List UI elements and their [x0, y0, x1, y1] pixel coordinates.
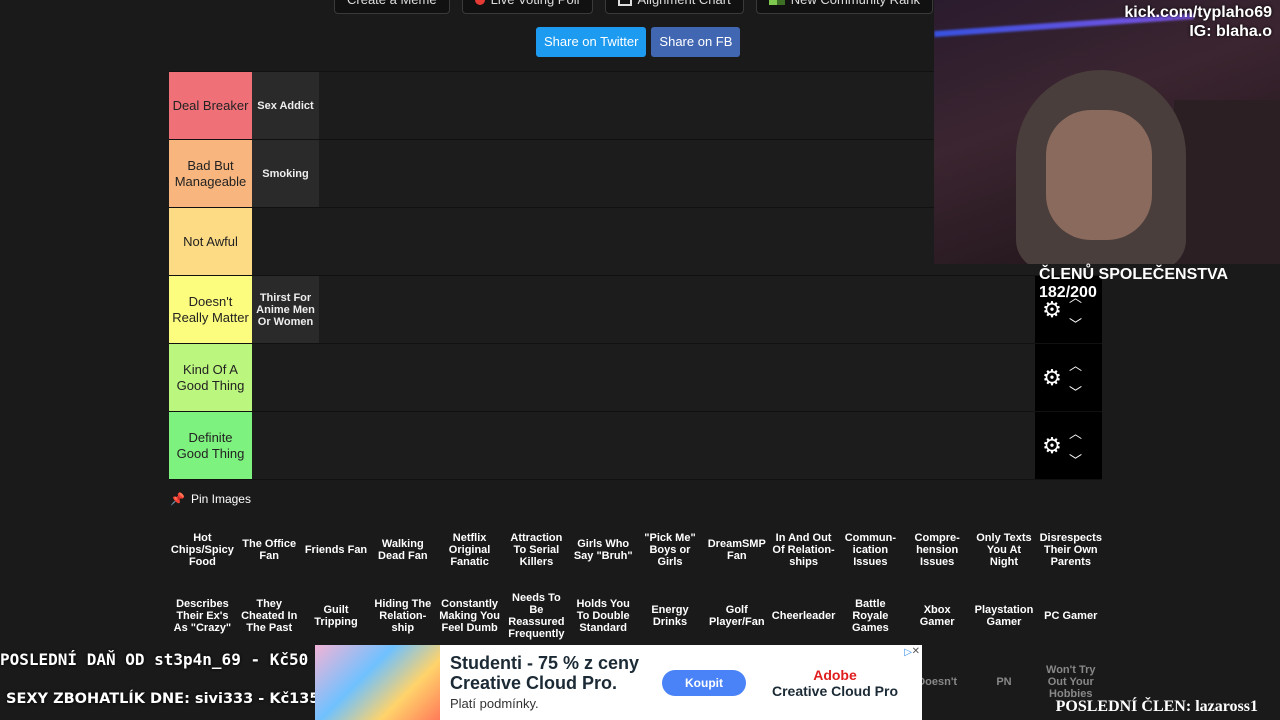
pool-item[interactable]: DreamSMP Fan: [703, 517, 770, 583]
tier-item[interactable]: Smoking: [252, 140, 319, 207]
last-tax-banner: POSLEDNÍ DAŇ OD st3p4n_69 - Kč50: [0, 650, 309, 669]
kick-handle: kick.com/typlaho69: [1124, 4, 1272, 21]
pool-item[interactable]: The Office Fan: [236, 517, 303, 583]
pool-item[interactable]: Constantly Making You Feel Dumb: [436, 583, 503, 649]
pool-item[interactable]: Golf Player/Fan: [703, 583, 770, 649]
create-meme-button[interactable]: Create a Meme: [334, 0, 450, 14]
pool-item[interactable]: Energy Drinks: [637, 583, 704, 649]
tier-items[interactable]: [252, 412, 1102, 479]
tier-label[interactable]: Not Awful: [169, 208, 252, 275]
tier-row: Doesn't Really Matter Thirst For Anime M…: [169, 276, 1102, 344]
tier-label[interactable]: Kind Of A Good Thing: [169, 344, 252, 411]
pool-item[interactable]: Compre-hension Issues: [904, 517, 971, 583]
pool-item[interactable]: Only Texts You At Night: [971, 517, 1038, 583]
chevron-up-icon[interactable]: ︿: [1069, 355, 1082, 374]
pool-item[interactable]: Commun-ication Issues: [837, 517, 904, 583]
pool-item[interactable]: Xbox Gamer: [904, 583, 971, 649]
pool-item[interactable]: They Cheated In The Past: [236, 583, 303, 649]
ad-subtitle: Platí podmínky.: [450, 696, 539, 711]
top-donor-banner: SEXY ZBOHATLÍK DNE: sivi333 - Kč1350: [6, 691, 330, 707]
gear-icon[interactable]: ⚙: [1035, 365, 1069, 391]
pin-images-toggle[interactable]: 📌 Pin Images: [170, 492, 251, 506]
ad-brand-adobe: Adobe: [813, 667, 857, 683]
top-toolbar: Create a Meme Live Voting Poll Alignment…: [334, 0, 934, 14]
close-icon[interactable]: ✕: [912, 646, 920, 657]
chevron-down-icon[interactable]: ﹀: [1069, 314, 1082, 333]
tier-items[interactable]: Thirst For Anime Men Or Women: [252, 276, 1102, 343]
tier-row: Definite Good Thing ⚙ ︿ ﹀: [169, 412, 1102, 480]
tier-items[interactable]: [252, 344, 1102, 411]
ad-title: Studenti - 75 % z ceny Creative Cloud Pr…: [450, 653, 639, 693]
community-rank-button[interactable]: New Community Rank: [755, 0, 934, 14]
ad-brand-product: Creative Cloud Pro: [771, 683, 899, 699]
share-fb-button[interactable]: Share on FB: [651, 27, 741, 57]
grid-icon: [617, 0, 632, 6]
chevron-down-icon[interactable]: ﹀: [1069, 450, 1082, 469]
live-voting-label: Live Voting Poll: [491, 0, 580, 13]
ad-buy-button[interactable]: Koupit: [662, 670, 746, 696]
pool-item[interactable]: Cheerleader: [770, 583, 837, 649]
pool-item[interactable]: Netflix Original Fanatic: [436, 517, 503, 583]
pool-item[interactable]: Walking Dead Fan: [369, 517, 436, 583]
background-shelf: [1174, 100, 1280, 264]
tier-label[interactable]: Deal Breaker: [169, 72, 252, 139]
ig-handle: IG: blaha.o: [1189, 23, 1272, 40]
rank-icon: [768, 0, 785, 5]
pool-item[interactable]: Attraction To Serial Killers: [503, 517, 570, 583]
tier-controls: ⚙ ︿ ﹀: [1035, 344, 1102, 411]
chevron-up-icon[interactable]: ︿: [1069, 423, 1082, 442]
webcam-overlay: kick.com/typlaho69 IG: blaha.o: [934, 0, 1280, 264]
pool-item[interactable]: Disrespects Their Own Parents: [1037, 517, 1104, 583]
tier-label[interactable]: Bad But Manageable: [169, 140, 252, 207]
chevron-down-icon[interactable]: ﹀: [1069, 382, 1082, 401]
tier-item[interactable]: Sex Addict: [252, 72, 319, 139]
pool-item[interactable]: Hiding The Relation-ship: [369, 583, 436, 649]
ad-title-line2: Creative Cloud Pro.: [450, 673, 618, 693]
pool-item[interactable]: Holds You To Double Standard: [570, 583, 637, 649]
tier-item[interactable]: Thirst For Anime Men Or Women: [252, 276, 319, 343]
record-dot-icon: [474, 0, 485, 5]
pool-item[interactable]: Describes Their Ex's As "Crazy": [169, 583, 236, 649]
ad-brand: Adobe Creative Cloud Pro: [765, 667, 905, 699]
share-buttons: Share on Twitter Share on FB: [536, 27, 741, 57]
pool-item[interactable]: PC Gamer: [1037, 583, 1104, 649]
gear-icon[interactable]: ⚙: [1035, 433, 1069, 459]
share-twitter-button[interactable]: Share on Twitter: [536, 27, 647, 57]
members-counter: ČLENŮ SPOLEČENSTVA 182/200: [1039, 266, 1228, 301]
tier-label[interactable]: Doesn't Really Matter: [169, 276, 252, 343]
alignment-chart-button[interactable]: Alignment Chart: [604, 0, 744, 14]
pool-item[interactable]: "Pick Me" Boys or Girls: [637, 517, 704, 583]
pin-images-label: Pin Images: [190, 492, 251, 506]
alignment-chart-label: Alignment Chart: [638, 0, 731, 13]
community-rank-label: New Community Rank: [791, 0, 920, 13]
ad-artwork: [315, 645, 440, 720]
last-member-banner: POSLEDNÍ ČLEN: lazaross1: [1055, 698, 1258, 715]
pool-item[interactable]: Girls Who Say "Bruh": [570, 517, 637, 583]
pool-item[interactable]: Needs To Be Reassured Frequently: [503, 583, 570, 649]
ad-banner[interactable]: Studenti - 75 % z ceny Creative Cloud Pr…: [315, 645, 922, 720]
pool-item[interactable]: In And Out Of Relation-ships: [770, 517, 837, 583]
tier-row: Kind Of A Good Thing ⚙ ︿ ﹀: [169, 344, 1102, 412]
pool-item[interactable]: Friends Fan: [303, 517, 370, 583]
create-meme-label: Create a Meme: [347, 0, 437, 13]
live-voting-button[interactable]: Live Voting Poll: [461, 0, 593, 14]
streamer-face: [1046, 110, 1152, 240]
pool-item[interactable]: Hot Chips/Spicy Food: [169, 517, 236, 583]
pool-item[interactable]: Guilt Tripping: [303, 583, 370, 649]
pin-icon: 📌: [170, 492, 185, 506]
pool-item-partial[interactable]: PN: [971, 649, 1038, 715]
pool-item[interactable]: Battle Royale Games: [837, 583, 904, 649]
tier-controls: ⚙ ︿ ﹀: [1035, 412, 1102, 479]
pool-item[interactable]: Playstation Gamer: [971, 583, 1038, 649]
tier-label[interactable]: Definite Good Thing: [169, 412, 252, 479]
ad-title-line1: Studenti - 75 % z ceny: [450, 653, 640, 673]
